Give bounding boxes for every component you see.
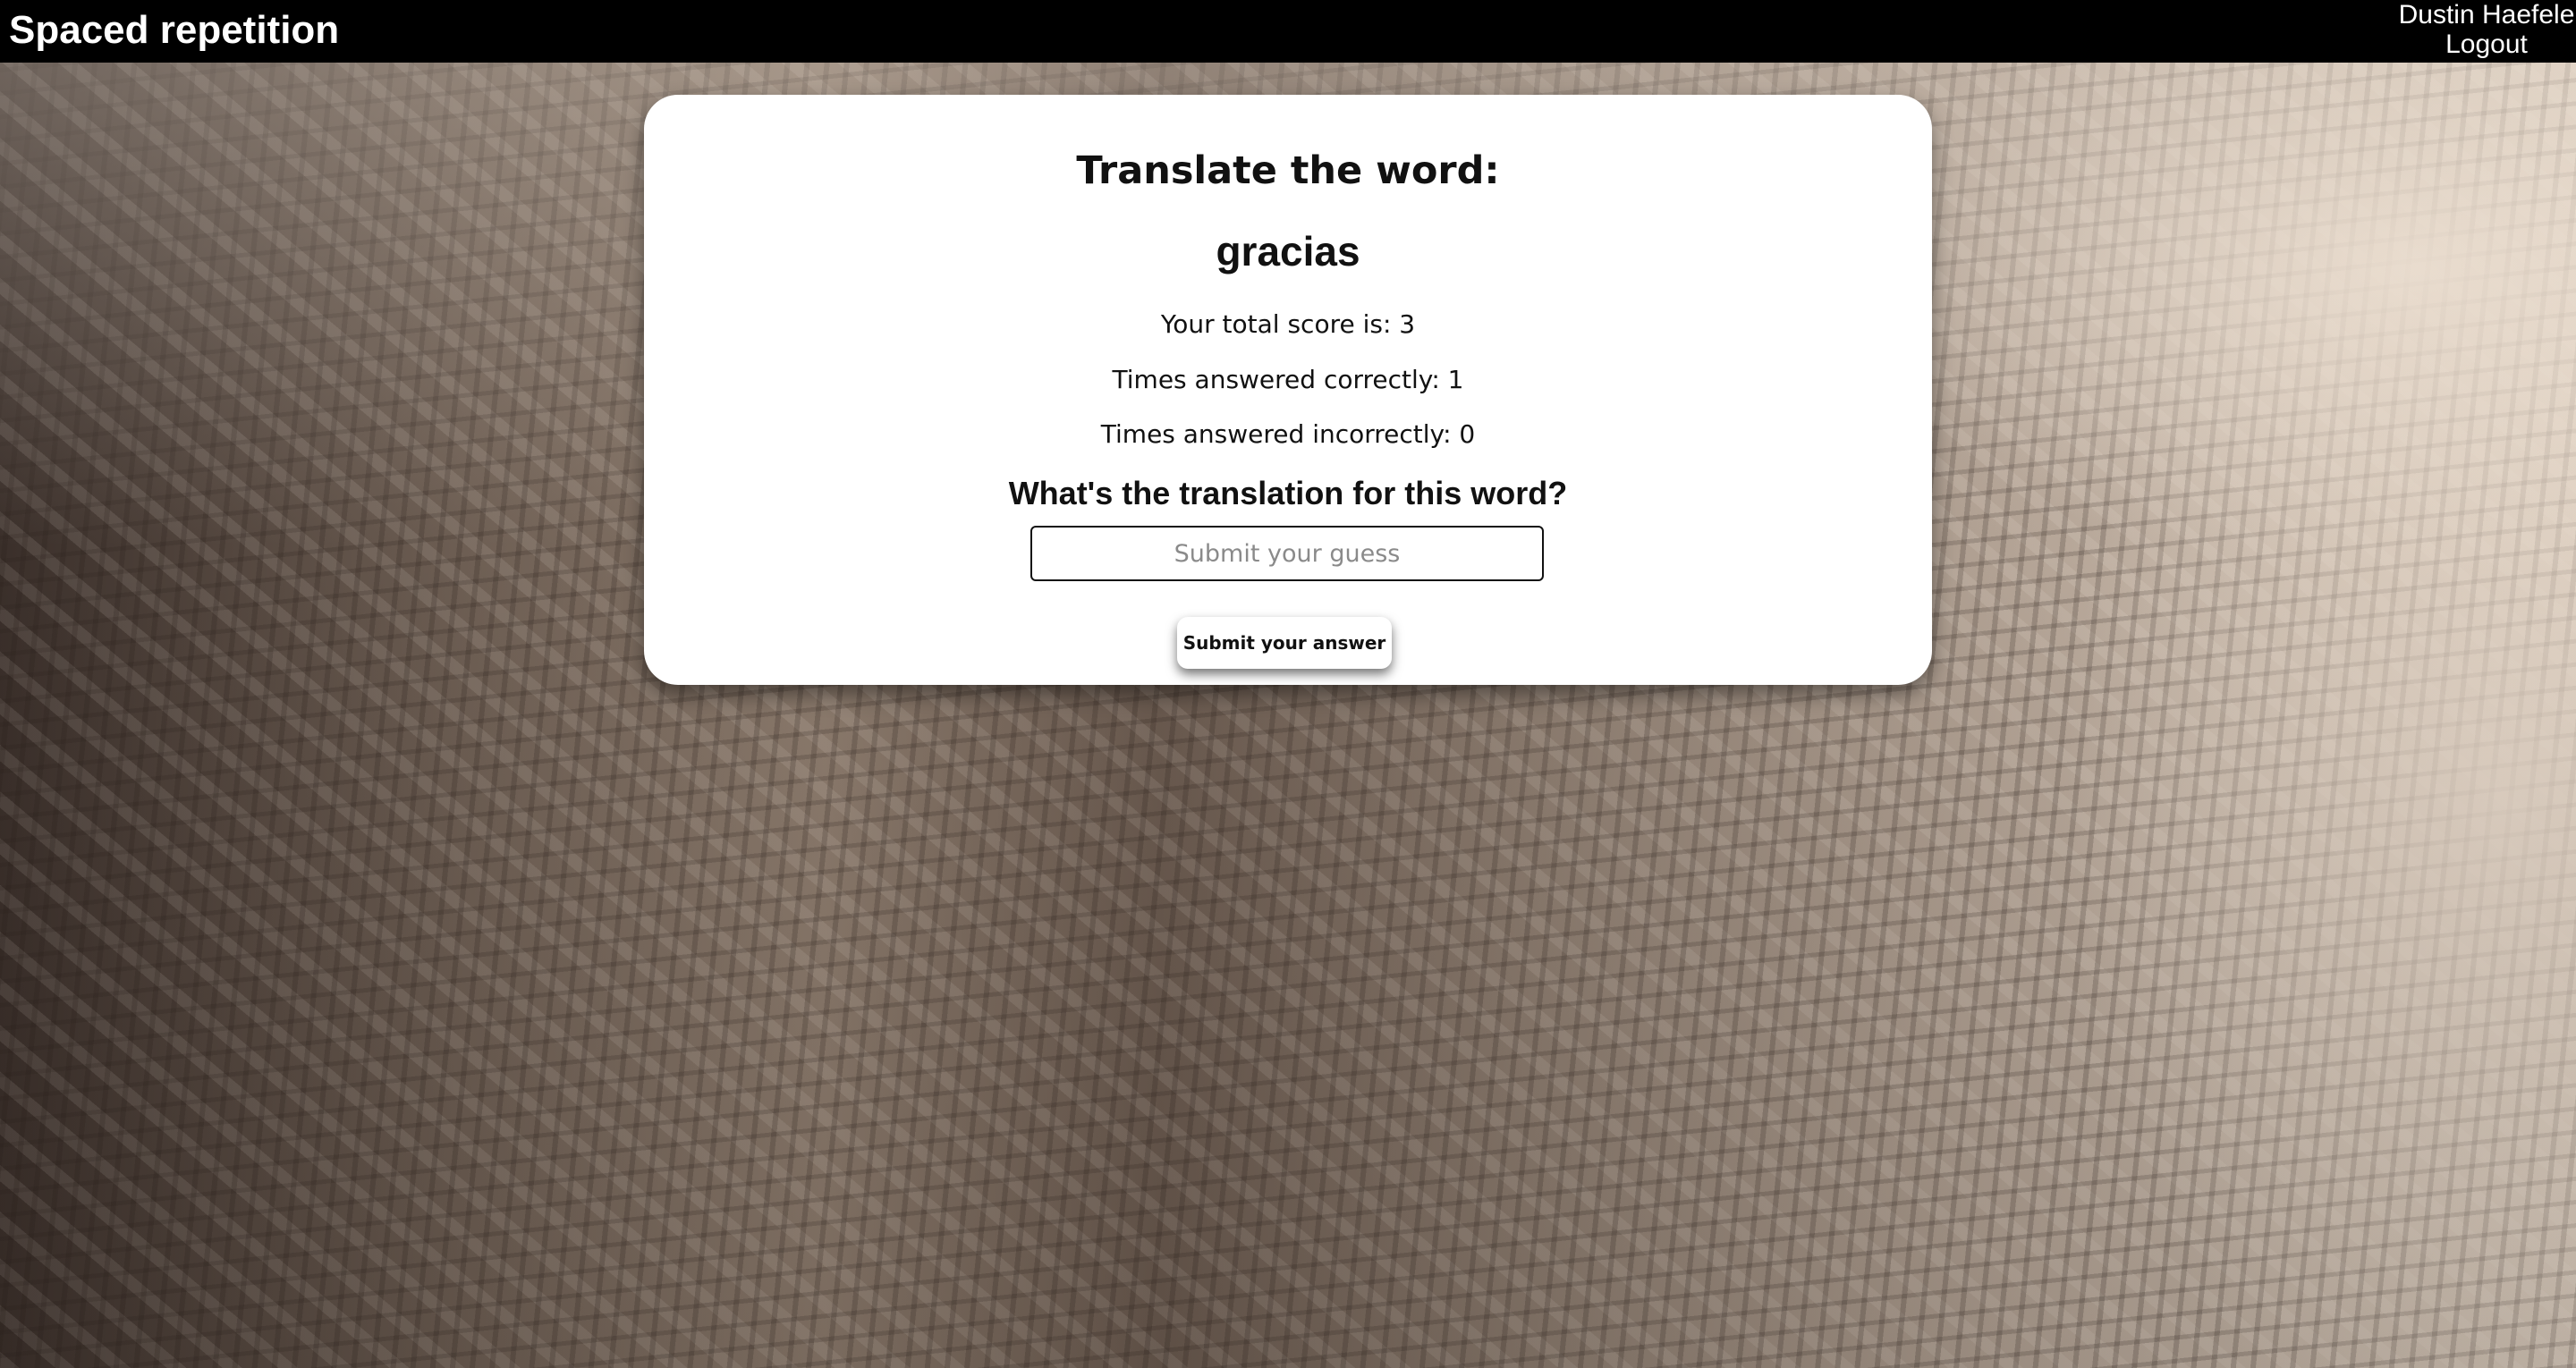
learning-card: Translate the word: gracias Your total s… xyxy=(644,95,1932,685)
user-name: Dustin Haefele xyxy=(2398,0,2575,30)
incorrect-count: Times answered incorrectly: 0 xyxy=(1100,419,1476,449)
translate-heading: Translate the word: xyxy=(1076,148,1500,193)
guess-input[interactable] xyxy=(1030,526,1544,581)
submit-answer-button[interactable]: Submit your answer xyxy=(1177,617,1392,669)
correct-count: Times answered correctly: 1 xyxy=(1112,365,1464,394)
user-menu: Dustin Haefele Logout xyxy=(2397,0,2576,59)
total-score: Your total score is: 3 xyxy=(1160,309,1416,339)
top-navigation-bar: Spaced repetition Dustin Haefele Logout xyxy=(0,0,2576,63)
word-to-translate: gracias xyxy=(1216,228,1360,274)
app-title: Spaced repetition xyxy=(9,8,340,52)
translation-question: What's the translation for this word? xyxy=(1008,475,1568,511)
logout-link[interactable]: Logout xyxy=(2397,30,2576,59)
